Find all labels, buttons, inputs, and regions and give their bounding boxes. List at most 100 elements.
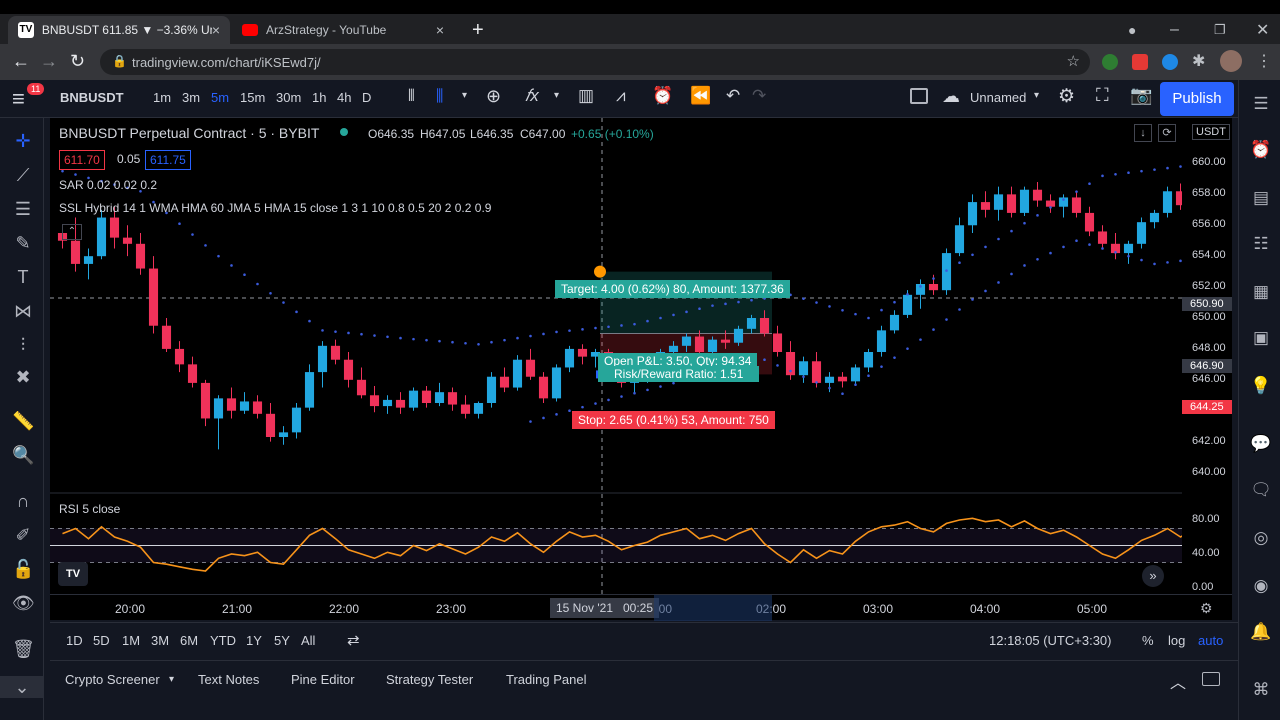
rsi-legend[interactable]: RSI 5 close — [59, 502, 120, 516]
alert-icon[interactable]: ⏰ — [652, 86, 673, 106]
back-icon[interactable]: ← — [12, 51, 30, 72]
bookmark-star-icon[interactable]: ☆ — [1067, 52, 1080, 70]
text-tool-icon[interactable]: T — [12, 266, 34, 288]
notification-icon[interactable]: 🔔 — [1249, 620, 1273, 644]
hotlist-icon[interactable]: ☷ — [1249, 232, 1273, 256]
extension-icon[interactable] — [1132, 54, 1148, 70]
browser-menu-icon[interactable]: ⋮ — [1256, 51, 1272, 71]
chevron-down-icon[interactable]: ⌄ — [0, 676, 44, 698]
goto-date-icon[interactable]: ⇄ — [347, 631, 360, 649]
auto-toggle[interactable]: auto — [1198, 633, 1223, 648]
range-5d[interactable]: 5D — [93, 633, 110, 648]
range-6m[interactable]: 6M — [180, 633, 198, 648]
log-toggle[interactable]: log — [1168, 633, 1185, 648]
news-icon[interactable]: ▣ — [1249, 326, 1273, 350]
tab-text-notes[interactable]: Text Notes — [198, 672, 259, 687]
fib-icon[interactable]: ☰ — [12, 198, 34, 220]
close-tab-icon[interactable]: × — [436, 22, 444, 38]
sell-price-button[interactable]: 611.70 — [59, 150, 105, 170]
tab-pine-editor[interactable]: Pine Editor — [291, 672, 355, 687]
chevron-down-icon[interactable]: ▾ — [169, 674, 174, 685]
maximize-panel-icon[interactable] — [1202, 672, 1220, 686]
trash-icon[interactable]: 🗑 — [12, 638, 35, 660]
download-icon[interactable]: ↓ — [1134, 124, 1152, 142]
clock-timezone[interactable]: 12:18:05 (UTC+3:30) — [989, 633, 1111, 648]
financials-icon[interactable]: ▥ — [578, 86, 594, 106]
time-axis[interactable]: 05:0004:0003:0002:0001:0023:0022:0021:00… — [50, 594, 1232, 621]
puzzle-icon[interactable]: ✱ — [1192, 51, 1205, 71]
avatar[interactable] — [1220, 50, 1242, 72]
interval-1m[interactable]: 1m — [153, 90, 171, 105]
position-stop-label[interactable]: Stop: 2.65 (0.41%) 53, Amount: 750 — [572, 411, 775, 429]
settings-gear-icon[interactable]: ⚙ — [1058, 85, 1075, 108]
help-icon[interactable]: ⌘ — [1249, 678, 1273, 702]
scroll-right-icon[interactable]: » — [1142, 565, 1164, 587]
tab-trading-panel[interactable]: Trading Panel — [506, 672, 586, 687]
interval-d[interactable]: D — [362, 90, 371, 105]
range-1d[interactable]: 1D — [66, 633, 83, 648]
crosshair-icon[interactable]: ✛ — [12, 130, 34, 152]
interval-15m[interactable]: 15m — [240, 90, 265, 105]
streams-icon[interactable]: ◎ — [1249, 526, 1273, 550]
axis-settings-icon[interactable]: ⚙ — [1200, 600, 1213, 617]
brush-icon[interactable]: ✎ — [12, 232, 34, 254]
chart-title[interactable]: BNBUSDT Perpetual Contract · 5 · BYBIT — [59, 125, 319, 141]
fullscreen-icon[interactable]: ⛶ — [1096, 85, 1109, 106]
extension-icon[interactable] — [1162, 54, 1178, 70]
restore-icon[interactable]: ❐ — [1204, 16, 1236, 44]
interval-4h[interactable]: 4h — [337, 90, 351, 105]
browser-tab-youtube[interactable]: ArzStrategy - YouTube × — [232, 16, 454, 44]
prediction-icon[interactable]: ⫶ — [12, 334, 34, 356]
indicator-sar-legend[interactable]: SAR 0.02 0.02 0.2 — [59, 178, 157, 192]
browser-tab-tradingview[interactable]: TV BNBUSDT 611.85 ▼ −3.36% Unn × — [8, 16, 230, 44]
templates-icon[interactable]: ⩘ — [616, 86, 626, 106]
zoom-icon[interactable]: 🔍 — [12, 444, 34, 466]
replay-icon[interactable]: ⏪ — [690, 86, 711, 106]
chevron-down-icon[interactable]: ▾ — [462, 90, 467, 101]
camera-icon[interactable]: 📷 — [1130, 85, 1152, 106]
reload-icon[interactable]: ↻ — [70, 51, 85, 72]
magnet-icon[interactable]: ∩ — [12, 490, 34, 512]
alarm-icon[interactable]: ⏰ — [1249, 138, 1273, 162]
extension-icon[interactable] — [1102, 54, 1118, 70]
tab-search-icon[interactable]: ● — [1118, 16, 1146, 44]
interval-30m[interactable]: 30m — [276, 90, 301, 105]
refresh-icon[interactable]: ⟳ — [1158, 124, 1176, 142]
calendar-icon[interactable]: ▦ — [1249, 280, 1273, 304]
redo-icon[interactable]: ↷ — [752, 86, 766, 106]
buy-price-button[interactable]: 611.75 — [145, 150, 191, 170]
fullscreen-box-icon[interactable] — [910, 88, 928, 104]
layout-name[interactable]: Unnamed — [970, 90, 1026, 105]
chevron-down-icon[interactable]: ▾ — [554, 90, 559, 101]
symbol-search[interactable]: BNBUSDT — [60, 90, 124, 105]
watchlist-icon[interactable]: ☰ — [1249, 92, 1273, 116]
forward-icon[interactable]: → — [40, 51, 58, 72]
price-axis[interactable]: USDT 660.00 658.00 656.00 654.00 652.00 650.0… — [1182, 118, 1232, 594]
chat-icon[interactable]: 💬 — [1249, 432, 1273, 456]
interval-3m[interactable]: 3m — [182, 90, 200, 105]
minimize-icon[interactable]: – — [1160, 16, 1189, 44]
position-rr-label[interactable]: Risk/Reward Ratio: 1.51 — [598, 366, 760, 382]
indicator-ssl-legend[interactable]: SSL Hybrid 14 1 WMA HMA 60 JMA 5 HMA 15 … — [59, 201, 491, 215]
chart-type-icon[interactable]: ⫼ — [436, 88, 443, 106]
range-ytd[interactable]: YTD — [210, 633, 236, 648]
range-3m[interactable]: 3M — [151, 633, 169, 648]
trend-line-icon[interactable]: ⟋ — [12, 164, 34, 186]
interval-1h[interactable]: 1h — [312, 90, 326, 105]
tab-strategy-tester[interactable]: Strategy Tester — [386, 672, 473, 687]
remove-icon[interactable]: ✖ — [12, 366, 34, 388]
position-target-label[interactable]: Target: 4.00 (0.62%) 80, Amount: 1377.36 — [555, 280, 790, 298]
ideas-icon[interactable]: 💡 — [1249, 374, 1273, 398]
pattern-icon[interactable]: ⋈ — [12, 300, 34, 322]
eye-icon[interactable]: 👁 — [12, 592, 35, 614]
chevron-up-icon[interactable]: ︿ — [1170, 669, 1186, 693]
menu-icon[interactable]: ≡ — [12, 86, 25, 112]
range-1m[interactable]: 1M — [122, 633, 140, 648]
range-5y[interactable]: 5Y — [274, 633, 290, 648]
window-close-icon[interactable]: ✕ — [1246, 16, 1279, 44]
new-tab-icon[interactable]: + — [462, 16, 494, 44]
pencil-lock-icon[interactable]: ✐ — [12, 524, 34, 546]
broadcast-icon[interactable]: ◉ — [1249, 574, 1273, 598]
compare-icon[interactable]: ⫴ — [408, 88, 415, 106]
currency-label[interactable]: USDT — [1192, 124, 1230, 140]
